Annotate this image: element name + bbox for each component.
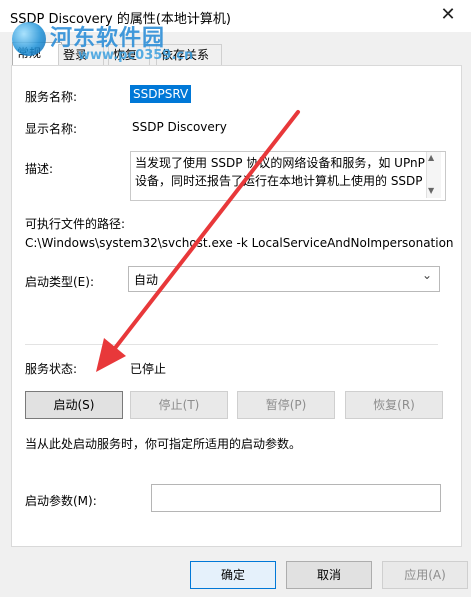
pause-button[interactable]: 暂停(P) bbox=[237, 391, 335, 419]
start-params-input[interactable] bbox=[151, 484, 441, 512]
tab-recovery[interactable]: 恢复 bbox=[108, 44, 150, 65]
divider bbox=[25, 344, 438, 345]
description-textbox[interactable]: 当发现了使用 SSDP 协议的网络设备和服务，如 UPnP 设备，同时还报告了运… bbox=[130, 151, 446, 201]
ok-button[interactable]: 确定 bbox=[190, 561, 276, 589]
tab-dependencies[interactable]: 依存关系 bbox=[156, 44, 222, 65]
tab-logon[interactable]: 登录 bbox=[58, 44, 104, 65]
startup-type-select[interactable] bbox=[128, 266, 440, 292]
cancel-button[interactable]: 取消 bbox=[286, 561, 372, 589]
chevron-down-icon[interactable]: ⌄ bbox=[422, 268, 432, 282]
close-button[interactable]: ✕ bbox=[425, 0, 471, 32]
exe-path-label: 可执行文件的路径: bbox=[25, 217, 126, 231]
apply-button[interactable]: 应用(A) bbox=[382, 561, 468, 589]
tab-general[interactable]: 常规 bbox=[12, 42, 62, 67]
scroll-up-icon[interactable]: ▲ bbox=[428, 153, 434, 162]
window-title: SSDP Discovery 的属性(本地计算机) bbox=[10, 12, 231, 27]
general-tab-panel bbox=[11, 65, 462, 547]
display-name-value: SSDP Discovery bbox=[132, 120, 227, 134]
close-icon: ✕ bbox=[440, 4, 456, 25]
startup-type-label: 启动类型(E): bbox=[25, 275, 94, 289]
scroll-down-icon[interactable]: ▼ bbox=[428, 186, 434, 195]
service-name-label: 服务名称: bbox=[25, 90, 78, 104]
service-status-value: 已停止 bbox=[130, 362, 167, 376]
description-label: 描述: bbox=[25, 162, 54, 176]
start-params-hint: 当从此处启动服务时，你可指定所适用的启动参数。 bbox=[25, 437, 302, 451]
service-status-label: 服务状态: bbox=[25, 362, 78, 376]
display-name-label: 显示名称: bbox=[25, 122, 78, 136]
start-button[interactable]: 启动(S) bbox=[25, 391, 123, 419]
service-name-value[interactable]: SSDPSRV bbox=[130, 85, 192, 103]
resume-button[interactable]: 恢复(R) bbox=[345, 391, 443, 419]
exe-path-value: C:\Windows\system32\svchost.exe -k Local… bbox=[25, 236, 454, 250]
stop-button[interactable]: 停止(T) bbox=[130, 391, 228, 419]
startup-type-value: 自动 bbox=[134, 273, 159, 287]
start-params-label: 启动参数(M): bbox=[25, 494, 97, 508]
